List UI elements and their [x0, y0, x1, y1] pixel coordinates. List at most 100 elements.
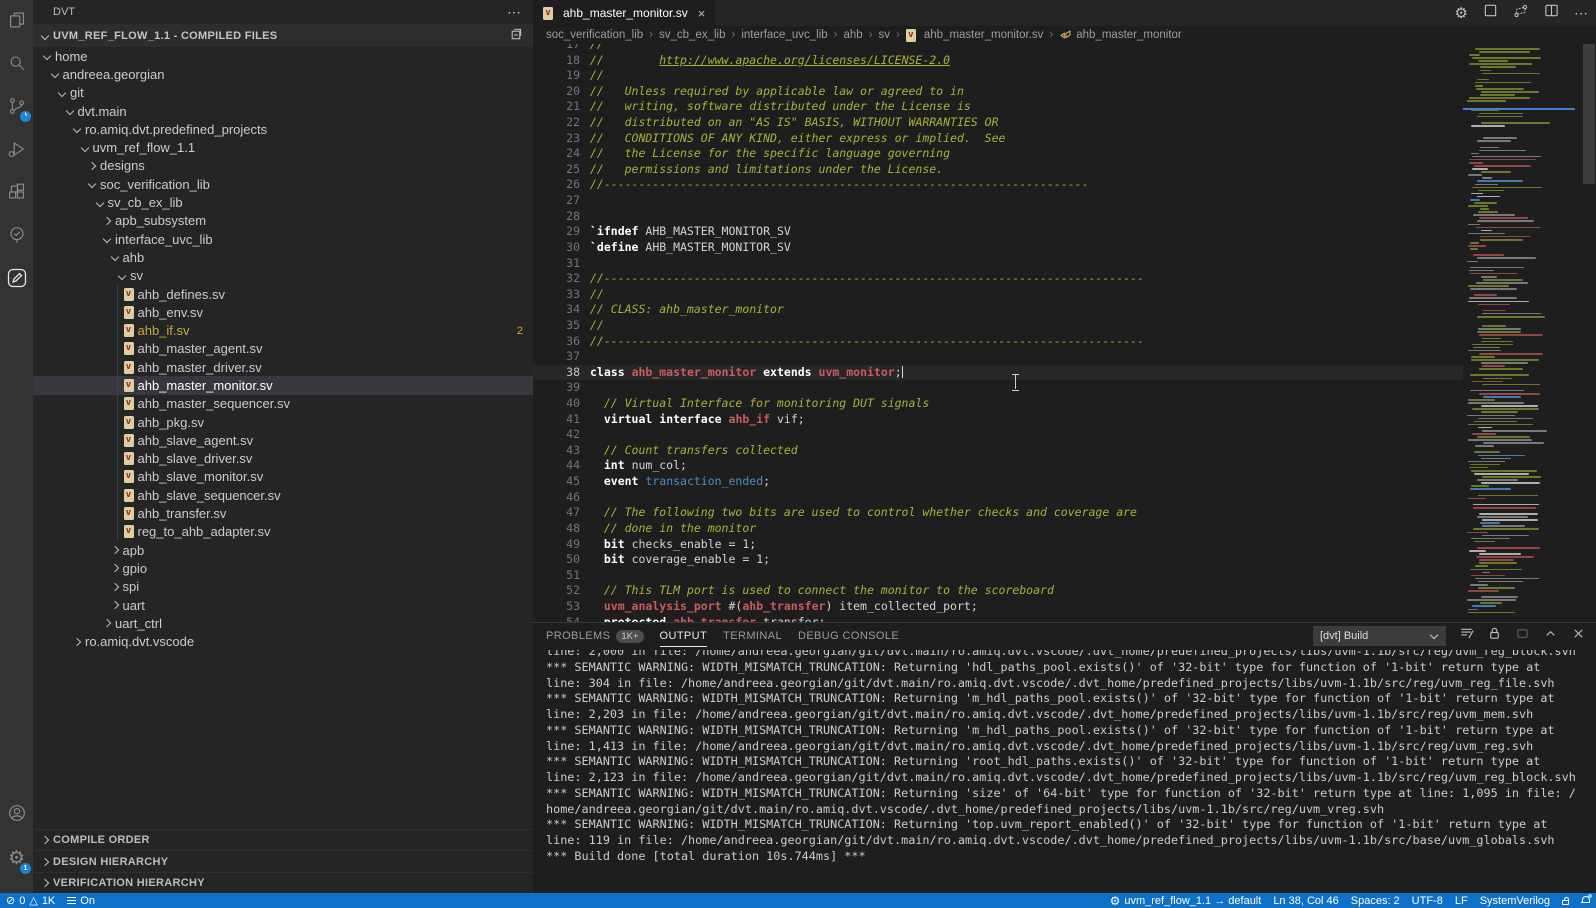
close-panel-icon[interactable] [1571, 626, 1586, 646]
lock-scroll-icon[interactable] [1487, 626, 1502, 646]
code-line-53[interactable]: 53 uvm_analysis_port #(ahb_transfer) ite… [533, 599, 1463, 615]
indentation-status[interactable]: Spaces: 2 [1351, 895, 1400, 907]
panel-tab-problems[interactable]: PROBLEMS1K+ [546, 623, 644, 649]
breadcrumb-item-sv_cb_ex_lib[interactable]: sv_cb_ex_lib [659, 29, 725, 41]
code-line-52[interactable]: 52 // This TLM port is used to connect t… [533, 583, 1463, 599]
tree-item-interface_uvc_lib[interactable]: interface_uvc_lib [33, 230, 533, 248]
section-design-hierarchy[interactable]: DESIGN HIERARCHY [33, 850, 533, 871]
code-line-21[interactable]: 21// writing, software distributed under… [533, 99, 1463, 115]
language-mode-status[interactable]: SystemVerilog [1480, 895, 1550, 907]
code-line-19[interactable]: 19// [533, 68, 1463, 84]
panel-tab-terminal[interactable]: TERMINAL [723, 623, 782, 649]
notifications-status[interactable] [1581, 896, 1590, 905]
tree-item-designs[interactable]: designs [33, 157, 533, 175]
code-editor[interactable]: 17//18// http://www.apache.org/licenses/… [533, 44, 1596, 622]
code-line-22[interactable]: 22// distributed on an "AS IS" BASIS, WI… [533, 115, 1463, 131]
explorer-icon[interactable] [0, 2, 33, 38]
gear-icon[interactable]: ⚙ [1455, 4, 1468, 22]
tree-item-uvm_ref_flow_1.1[interactable]: uvm_ref_flow_1.1 [33, 138, 533, 156]
tree-item-ahb_slave_agent.sv[interactable]: ahb_slave_agent.sv [33, 431, 533, 449]
tree-item-uart[interactable]: uart [33, 596, 533, 614]
breadcrumb-item-sv[interactable]: sv [879, 29, 891, 41]
account-icon[interactable] [0, 795, 33, 831]
filter-status[interactable]: On [67, 895, 95, 907]
code-line-32[interactable]: 32//------------------------------------… [533, 271, 1463, 287]
panel-tab-debug-console[interactable]: DEBUG CONSOLE [798, 623, 899, 649]
tree-item-ahb_slave_driver.sv[interactable]: ahb_slave_driver.sv [33, 450, 533, 468]
code-line-27[interactable]: 27 [533, 193, 1463, 209]
tree-item-reg_to_ahb_adapter.sv[interactable]: reg_to_ahb_adapter.sv [33, 523, 533, 541]
tree-item-apb_subsystem[interactable]: apb_subsystem [33, 212, 533, 230]
tree-item-ahb_master_monitor.sv[interactable]: ahb_master_monitor.sv [33, 376, 533, 394]
breadcrumb-item-soc_verification_lib[interactable]: soc_verification_lib [546, 29, 643, 41]
code-line-34[interactable]: 34// CLASS: ahb_master_monitor [533, 302, 1463, 318]
tree-item-apb[interactable]: apb [33, 541, 533, 559]
code-line-51[interactable]: 51 [533, 568, 1463, 584]
code-line-20[interactable]: 20// Unless required by applicable law o… [533, 84, 1463, 100]
extensions-icon[interactable] [0, 174, 33, 210]
maximize-panel-icon[interactable] [1515, 626, 1530, 646]
tree-item-sv_cb_ex_lib[interactable]: sv_cb_ex_lib [33, 193, 533, 211]
code-line-48[interactable]: 48 // done in the monitor [533, 521, 1463, 537]
code-line-23[interactable]: 23// CONDITIONS OF ANY KIND, either expr… [533, 131, 1463, 147]
code-line-25[interactable]: 25// permissions and limitations under t… [533, 162, 1463, 178]
code-line-17[interactable]: 17// [533, 44, 1463, 53]
code-line-50[interactable]: 50 bit coverage_enable = 1; [533, 552, 1463, 568]
source-control-icon[interactable] [0, 88, 33, 124]
tab-ahb-master-monitor[interactable]: ahb_master_monitor.sv × [533, 0, 715, 26]
tree-item-ahb_transfer.sv[interactable]: ahb_transfer.sv [33, 504, 533, 522]
code-line-26[interactable]: 26//------------------------------------… [533, 177, 1463, 193]
search-icon[interactable] [0, 45, 33, 81]
code-line-39[interactable]: 39 [533, 380, 1463, 396]
split-editor-icon[interactable] [1544, 3, 1559, 23]
section-compile-order[interactable]: COMPILE ORDER [33, 829, 533, 850]
code-line-24[interactable]: 24// the License for the specific langua… [533, 146, 1463, 162]
code-line-37[interactable]: 37 [533, 349, 1463, 365]
tree-item-soc_verification_lib[interactable]: soc_verification_lib [33, 175, 533, 193]
clear-output-icon[interactable] [1459, 626, 1474, 646]
code-line-54[interactable]: 54 protected ahb_transfer transfer; [533, 615, 1463, 622]
code-line-33[interactable]: 33// [533, 287, 1463, 303]
tree-item-ahb_master_sequencer.sv[interactable]: ahb_master_sequencer.sv [33, 395, 533, 413]
tree-item-ro.amiq.dvt.vscode[interactable]: ro.amiq.dvt.vscode [33, 633, 533, 651]
close-tab-icon[interactable]: × [698, 6, 706, 21]
tree-item-uart_ctrl[interactable]: uart_ctrl [33, 614, 533, 632]
problems-status[interactable]: ⊘ 0 △ 1K [6, 894, 55, 907]
tree-item-andreea.georgian[interactable]: andreea.georgian [33, 65, 533, 83]
section-verification-hierarchy[interactable]: VERIFICATION HIERARCHY [33, 872, 533, 893]
output-console[interactable]: line: 2,000 in file: /home/andreea.georg… [546, 650, 1592, 891]
code-line-43[interactable]: 43 // Count transfers collected [533, 443, 1463, 459]
tree-item-home[interactable]: home [33, 47, 533, 65]
breadcrumb-item-interface_uvc_lib[interactable]: interface_uvc_lib [741, 29, 827, 41]
code-line-47[interactable]: 47 // The following two bits are used to… [533, 505, 1463, 521]
tabs-lock-status[interactable] [1562, 896, 1569, 905]
code-line-41[interactable]: 41 virtual interface ahb_if vif; [533, 412, 1463, 428]
code-line-46[interactable]: 46 [533, 490, 1463, 506]
code-line-36[interactable]: 36//------------------------------------… [533, 334, 1463, 350]
dvt-pencil-icon[interactable] [0, 260, 33, 296]
tree-item-spi[interactable]: spi [33, 578, 533, 596]
breadcrumb-item-ahb[interactable]: ahb [844, 29, 863, 41]
code-line-42[interactable]: 42 [533, 427, 1463, 443]
breadcrumb-item-ahb_master_monitor[interactable]: ahb_master_monitor [1059, 29, 1181, 42]
tree-item-ahb_if.sv[interactable]: ahb_if.sv2 [33, 321, 533, 339]
code-line-35[interactable]: 35// [533, 318, 1463, 334]
tree-item-sv[interactable]: sv [33, 267, 533, 285]
eol-status[interactable]: LF [1455, 895, 1468, 907]
breadcrumb-item-ahb_master_monitor.sv[interactable]: ahb_master_monitor.sv [906, 29, 1044, 42]
output-channel-dropdown[interactable]: [dvt] Build [1313, 626, 1446, 646]
minimap[interactable] [1463, 44, 1575, 622]
editor-scrollbar-thumb[interactable] [1583, 44, 1595, 184]
tree-item-ahb_env.sv[interactable]: ahb_env.sv [33, 303, 533, 321]
tree-item-ahb_slave_monitor.sv[interactable]: ahb_slave_monitor.sv [33, 468, 533, 486]
code-line-18[interactable]: 18// http://www.apache.org/licenses/LICE… [533, 53, 1463, 69]
tree-item-ahb_master_agent.sv[interactable]: ahb_master_agent.sv [33, 340, 533, 358]
code-line-40[interactable]: 40 // Virtual Interface for monitoring D… [533, 396, 1463, 412]
tree-item-ahb_slave_sequencer.sv[interactable]: ahb_slave_sequencer.sv [33, 486, 533, 504]
verify-check-icon[interactable] [0, 217, 33, 253]
tree-item-gpio[interactable]: gpio [33, 559, 533, 577]
settings-gear-icon[interactable]: ⚙ 1 [0, 840, 33, 876]
code-line-30[interactable]: 30`define AHB_MASTER_MONITOR_SV [533, 240, 1463, 256]
code-line-28[interactable]: 28 [533, 209, 1463, 225]
panel-tab-output[interactable]: OUTPUT [660, 623, 708, 649]
